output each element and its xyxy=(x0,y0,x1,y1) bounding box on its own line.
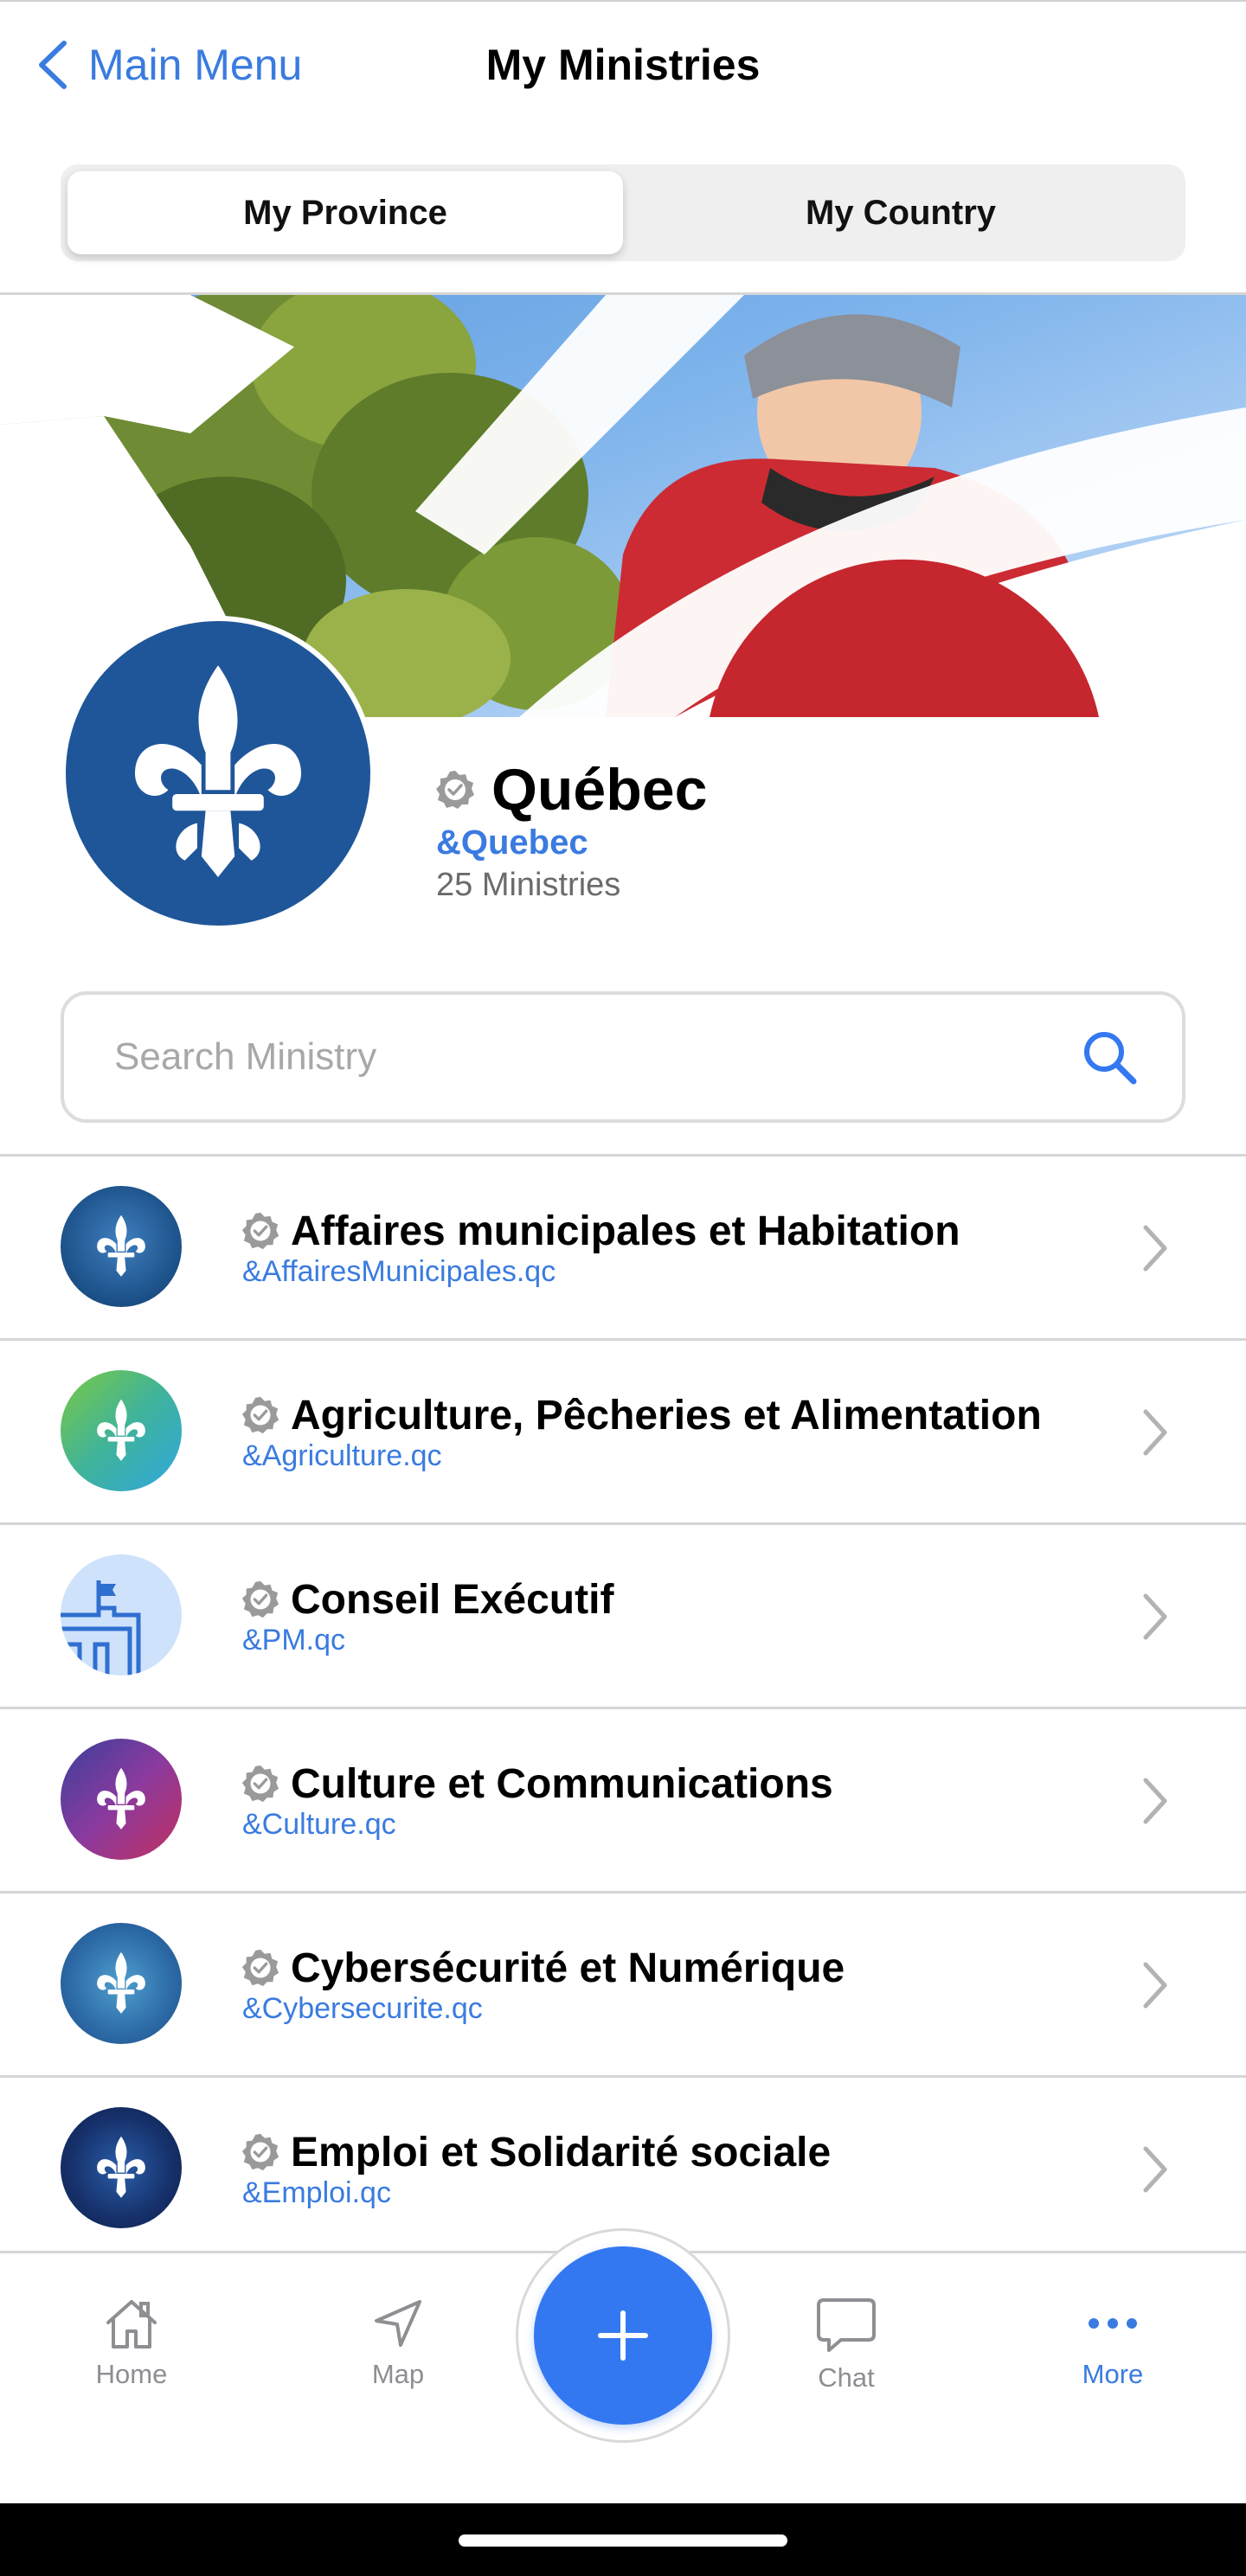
verified-badge-icon xyxy=(241,1396,279,1434)
chevron-right-icon xyxy=(1143,1778,1167,1824)
search-bar xyxy=(61,991,1185,1123)
profile-name: Québec xyxy=(491,757,708,823)
home-icon xyxy=(106,2300,157,2349)
chevron-right-icon xyxy=(1143,1225,1167,1272)
ministry-title-line: Affaires municipales et Habitation xyxy=(241,1205,960,1257)
search-input[interactable] xyxy=(112,1035,1080,1080)
ministry-name: Agriculture, Pêcheries et Alimentation xyxy=(291,1392,1042,1439)
ministry-title-line: Culture et Communications xyxy=(241,1758,833,1810)
ministry-title-line: Cybersécurité et Numérique xyxy=(241,1942,845,1994)
segment-my-province[interactable]: My Province xyxy=(67,171,623,254)
ministry-row[interactable]: Affaires municipales et Habitation &Affa… xyxy=(0,1157,1246,1341)
segment-my-country[interactable]: My Country xyxy=(623,171,1179,254)
tab-more[interactable]: More xyxy=(1026,2297,1199,2400)
verified-badge-icon xyxy=(436,771,474,809)
ministry-handle: &PM.qc xyxy=(242,1624,346,1656)
chat-bubble-icon xyxy=(817,2298,876,2352)
verified-badge-icon xyxy=(241,1212,279,1250)
search-icon[interactable] xyxy=(1080,1028,1139,1086)
tab-chat[interactable]: Chat xyxy=(760,2297,933,2400)
parliament-building-icon xyxy=(61,1580,141,1676)
ministry-handle: &Emploi.qc xyxy=(242,2176,391,2209)
chevron-right-icon xyxy=(1143,1409,1167,1456)
tab-home-label: Home xyxy=(95,2359,168,2389)
ministry-avatar xyxy=(61,2107,182,2228)
ministry-row[interactable]: Culture et Communications &Culture.qc xyxy=(0,1709,1246,1894)
fleur-de-lis-icon xyxy=(97,1399,145,1461)
add-button[interactable] xyxy=(534,2246,712,2425)
fleur-de-lis-icon xyxy=(97,1767,145,1829)
ministry-name: Affaires municipales et Habitation xyxy=(291,1208,960,1254)
navigation-arrow-icon xyxy=(375,2300,421,2347)
fleur-de-lis-icon xyxy=(97,1951,145,2014)
verified-badge-icon xyxy=(241,1580,279,1618)
ministry-name: Conseil Exécutif xyxy=(291,1576,614,1623)
ministry-avatar xyxy=(61,1923,182,2044)
navigation-bar: Main Menu My Ministries xyxy=(0,0,1246,138)
ministry-avatar xyxy=(61,1186,182,1307)
profile-avatar xyxy=(61,616,376,931)
profile-name-row: Québec xyxy=(434,751,707,829)
verified-badge-icon xyxy=(241,2133,279,2171)
ministry-name: Cybersécurité et Numérique xyxy=(291,1945,845,1991)
more-dots-icon xyxy=(1089,2318,1137,2329)
chevron-right-icon xyxy=(1143,1593,1167,1640)
ministry-list: Affaires municipales et Habitation &Affa… xyxy=(0,1157,1246,2262)
ministry-title-line: Emploi et Solidarité sociale xyxy=(241,2126,831,2178)
ministry-handle: &Agriculture.qc xyxy=(242,1439,442,1472)
ministry-handle: &AffairesMunicipales.qc xyxy=(242,1255,556,1288)
ministries-count: 25 Ministries xyxy=(436,867,621,903)
verified-badge-icon xyxy=(241,1949,279,1987)
home-indicator[interactable] xyxy=(459,2534,787,2547)
tab-home[interactable]: Home xyxy=(45,2297,218,2400)
ministry-row[interactable]: Conseil Exécutif &PM.qc xyxy=(0,1525,1246,1709)
ministry-row[interactable]: Agriculture, Pêcheries et Alimentation &… xyxy=(0,1341,1246,1525)
verified-badge-icon xyxy=(241,1765,279,1803)
ministry-handle: &Cybersecurite.qc xyxy=(242,1992,483,2025)
fleur-de-lis-icon xyxy=(135,665,301,877)
ministry-title-line: Agriculture, Pêcheries et Alimentation xyxy=(241,1389,1042,1441)
ministry-avatar xyxy=(61,1554,182,1676)
fleur-de-lis-icon xyxy=(97,1214,145,1277)
chevron-right-icon xyxy=(1143,2146,1167,2193)
ministry-name: Culture et Communications xyxy=(291,1760,833,1807)
ministry-name: Emploi et Solidarité sociale xyxy=(291,2129,832,2176)
tab-chat-label: Chat xyxy=(818,2362,875,2393)
segmented-control: My Province My Country xyxy=(61,164,1185,261)
profile-handle[interactable]: &Quebec xyxy=(436,823,588,862)
ministry-row[interactable]: Cybersécurité et Numérique &Cybersecurit… xyxy=(0,1894,1246,2078)
tab-map[interactable]: Map xyxy=(312,2297,485,2400)
page-title: My Ministries xyxy=(485,41,761,89)
fleur-de-lis-icon xyxy=(97,2136,145,2198)
ministry-title-line: Conseil Exécutif xyxy=(241,1573,613,1625)
chevron-right-icon xyxy=(1143,1962,1167,2009)
tab-more-label: More xyxy=(1082,2359,1144,2389)
plus-icon xyxy=(598,2310,648,2361)
ministry-handle: &Culture.qc xyxy=(242,1808,396,1841)
tab-map-label: Map xyxy=(371,2359,425,2389)
ministry-avatar xyxy=(61,1370,182,1491)
ministry-avatar xyxy=(61,1739,182,1860)
